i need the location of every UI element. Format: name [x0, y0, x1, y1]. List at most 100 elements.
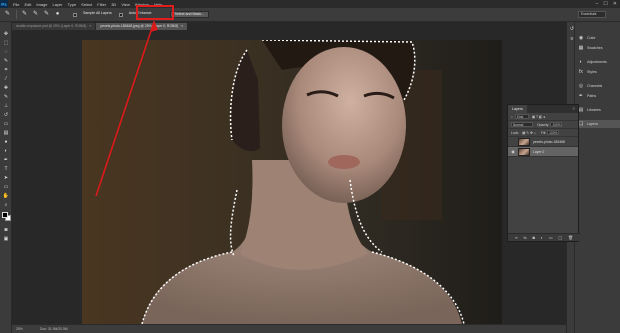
quick-selection-tool-icon[interactable]: ✎: [4, 11, 11, 18]
eraser-tool-icon[interactable]: ▭: [2, 121, 10, 128]
add-layer-style-icon[interactable]: fx: [524, 235, 527, 240]
menu-3d[interactable]: 3D: [111, 2, 116, 7]
lasso-tool-icon[interactable]: ◌: [2, 49, 10, 56]
screen-mode-icon[interactable]: ▣: [2, 236, 10, 243]
tab-pexels-photo[interactable]: pexels-photo-185468.jpeg @ 25% (Layer 0,…: [96, 23, 188, 30]
menu-view[interactable]: View: [121, 2, 130, 7]
close-icon[interactable]: ×: [89, 24, 91, 28]
maximize-icon[interactable]: ☐: [603, 1, 607, 7]
tab-layers[interactable]: Layers: [508, 105, 527, 113]
divider: [16, 10, 17, 19]
sample-all-layers-checkbox[interactable]: [73, 12, 77, 17]
opacity-label: Opacity:: [537, 122, 550, 127]
eye-icon[interactable]: ◉: [510, 149, 516, 154]
layers-panel-header: Layers ≡: [508, 105, 578, 113]
foreground-color-swatch[interactable]: [2, 212, 8, 218]
adjustment-layer-icon[interactable]: ◐: [541, 235, 543, 240]
layer-row[interactable]: ◉ Layer 0: [508, 147, 578, 157]
color-icon: ◉: [578, 35, 584, 41]
tab-label: double-exposure.psd @ 25% (Layer 0, RGB/…: [16, 24, 87, 28]
path-selection-tool-icon[interactable]: ➤: [2, 175, 10, 182]
healing-brush-tool-icon[interactable]: ✚: [2, 85, 10, 92]
new-layer-icon[interactable]: ▢: [558, 235, 562, 240]
menu-select[interactable]: Select: [81, 2, 92, 7]
menu-image[interactable]: Image: [36, 2, 47, 7]
select-and-mask-button[interactable]: Select and Mask...: [169, 11, 210, 18]
blur-tool-icon[interactable]: ●: [2, 139, 10, 146]
layer-row[interactable]: pexels-photo-185468: [508, 137, 578, 147]
shape-tool-icon[interactable]: ▭: [2, 184, 10, 191]
panel-layers[interactable]: ❏ Layers: [578, 120, 620, 128]
window-controls: – ☐ ✕: [596, 0, 617, 8]
brush-tool-icon[interactable]: ✎: [2, 94, 10, 101]
kind-filter-dropdown[interactable]: Kind: [514, 114, 529, 119]
layer-name: Layer 0: [533, 149, 545, 154]
zoom-level[interactable]: 25%: [16, 327, 34, 331]
panel-menu-icon[interactable]: ≡: [573, 106, 575, 111]
menu-filter[interactable]: Filter: [97, 2, 106, 7]
quick-selection-tool-icon[interactable]: ✎: [2, 58, 10, 65]
panel-swatches[interactable]: ▦ Swatches: [578, 44, 603, 52]
new-group-icon[interactable]: ▭: [549, 235, 553, 240]
lock-icons[interactable]: ▦ ✎ ✥ ⌂: [522, 131, 536, 135]
add-mask-icon[interactable]: ◙: [532, 235, 534, 240]
search-icon: ⌕: [511, 114, 513, 119]
zoom-tool-icon[interactable]: ⌕: [2, 202, 10, 209]
new-selection-icon[interactable]: ✎: [21, 11, 28, 18]
panel-libraries[interactable]: ▤ Libraries: [578, 106, 601, 114]
add-to-selection-icon[interactable]: ✎: [32, 11, 39, 18]
menu-type[interactable]: Type: [68, 2, 77, 7]
quick-mask-icon[interactable]: ◙: [2, 227, 10, 234]
marquee-tool-icon[interactable]: ⬚: [2, 40, 10, 47]
workspace-dropdown[interactable]: Essentials: [578, 11, 606, 18]
portrait-photo: [82, 40, 502, 324]
document-image[interactable]: [82, 40, 502, 324]
panel-styles[interactable]: fx Styles: [578, 68, 597, 76]
menu-file[interactable]: File: [13, 2, 19, 7]
panel-color[interactable]: ◉ Color: [578, 34, 596, 42]
filter-icons[interactable]: ▣ T ◧ ●: [532, 115, 545, 119]
annotation-highlight-box: [136, 5, 174, 20]
crop-tool-icon[interactable]: ⌗: [2, 67, 10, 74]
tools-panel: ✥ ⬚ ◌ ✎ ⌗ ⁄ ✚ ✎ ⊥ ↺ ▭ ▤ ● ◐ ✒ T ➤ ▭ ✋ ⌕ …: [0, 22, 12, 333]
blend-opacity-row: Normal Opacity: 100%: [508, 121, 578, 129]
auto-enhance-checkbox[interactable]: [118, 12, 123, 17]
swatches-icon: ▦: [578, 45, 584, 51]
layer-thumbnail: [518, 137, 530, 146]
type-tool-icon[interactable]: T: [2, 166, 10, 173]
close-icon[interactable]: ✕: [613, 1, 617, 7]
close-icon[interactable]: ×: [181, 24, 183, 28]
subtract-from-selection-icon[interactable]: ✎: [43, 11, 50, 18]
minimize-icon[interactable]: –: [596, 1, 599, 7]
move-tool-icon[interactable]: ✥: [2, 31, 10, 38]
blend-mode-dropdown[interactable]: Normal: [511, 122, 533, 127]
delete-layer-icon[interactable]: 🗑: [568, 235, 573, 240]
fill-label: Fill:: [540, 130, 547, 135]
panel-dock: ◉ Color ▦ Swatches ◐ Adjustments fx Styles ◎…: [574, 22, 620, 333]
menu-layer[interactable]: Layer: [52, 2, 62, 7]
history-brush-tool-icon[interactable]: ↺: [2, 112, 10, 119]
hand-tool-icon[interactable]: ✋: [2, 193, 10, 200]
panel-paths[interactable]: ✒ Paths: [578, 92, 596, 100]
menu-bar: Ps File Edit Image Layer Type Select Fil…: [0, 0, 620, 8]
document-info: Doc: 31.9M/20.9M: [40, 327, 68, 331]
panel-label: Libraries: [587, 108, 601, 112]
menu-edit[interactable]: Edit: [24, 2, 31, 7]
opacity-field[interactable]: 100%: [550, 122, 563, 127]
layer-filter-row: ⌕ Kind ▣ T ◧ ●: [508, 113, 578, 121]
brush-picker-icon[interactable]: ●: [54, 11, 61, 18]
link-layers-icon[interactable]: ∞: [515, 235, 518, 240]
paths-icon: ✒: [578, 93, 584, 99]
tab-double-exposure[interactable]: double-exposure.psd @ 25% (Layer 0, RGB/…: [12, 23, 96, 30]
pen-tool-icon[interactable]: ✒: [2, 157, 10, 164]
dodge-tool-icon[interactable]: ◐: [2, 148, 10, 155]
panel-adjustments[interactable]: ◐ Adjustments: [578, 58, 606, 66]
gradient-tool-icon[interactable]: ▤: [2, 130, 10, 137]
photoshop-logo: Ps: [0, 0, 8, 8]
canvas-area[interactable]: [12, 30, 566, 324]
document-tabs: double-exposure.psd @ 25% (Layer 0, RGB/…: [12, 22, 566, 30]
panel-channels[interactable]: ◎ Channels: [578, 82, 602, 90]
clone-stamp-tool-icon[interactable]: ⊥: [2, 103, 10, 110]
eyedropper-tool-icon[interactable]: ⁄: [2, 76, 10, 83]
fill-field[interactable]: 100%: [547, 130, 560, 135]
